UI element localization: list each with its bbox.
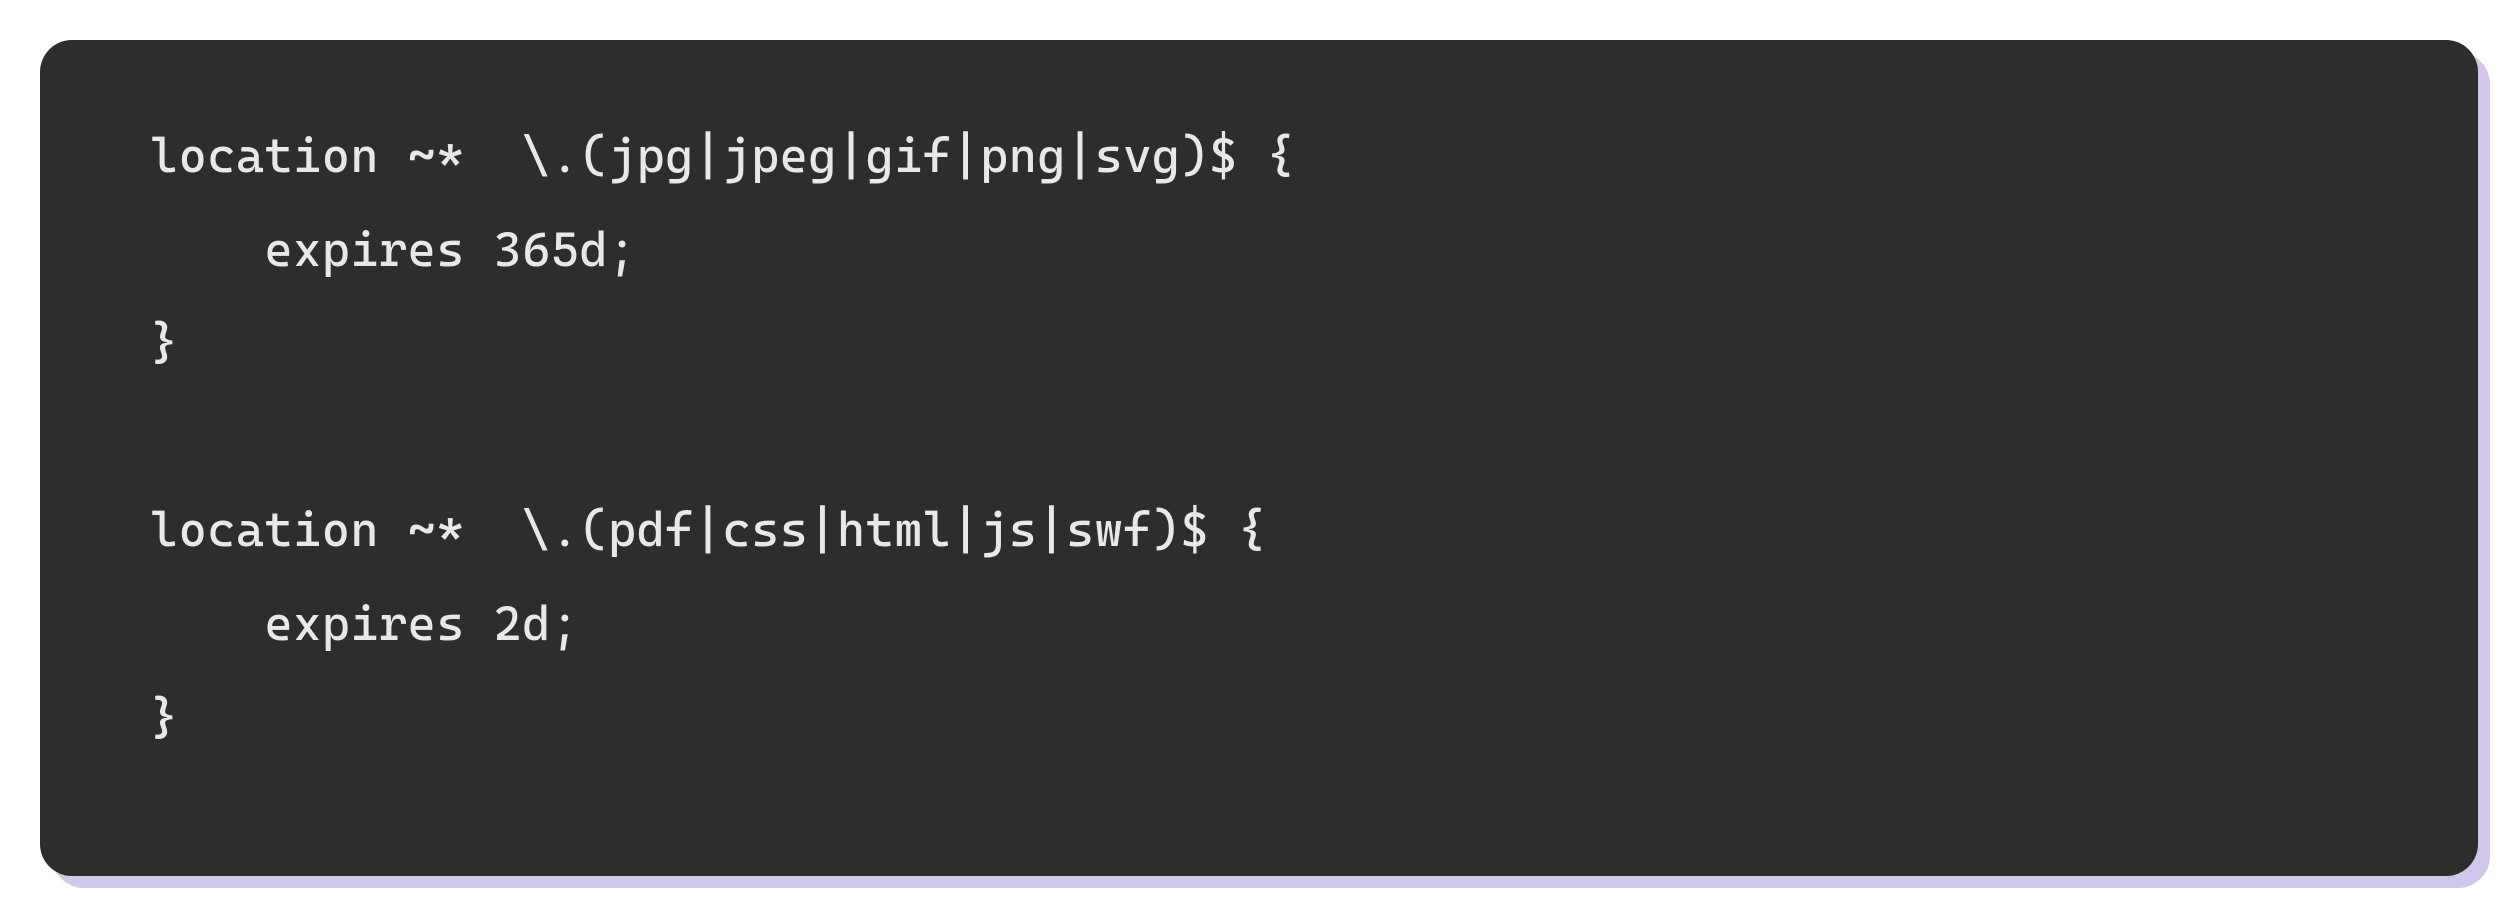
code-line: } xyxy=(150,315,179,371)
code-line: } xyxy=(150,690,179,746)
code-block: location ~* \.(jpg|jpeg|gif|png|svg)$ { … xyxy=(40,40,2478,876)
code-line: expires 2d; xyxy=(150,596,579,652)
code-line: location ~* \.(jpg|jpeg|gif|png|svg)$ { xyxy=(150,128,1295,184)
code-line: expires 365d; xyxy=(150,222,637,278)
code-content[interactable]: location ~* \.(jpg|jpeg|gif|png|svg)$ { … xyxy=(150,110,2368,765)
code-line: location ~* \.(pdf|css|html|js|swf)$ { xyxy=(150,502,1266,558)
